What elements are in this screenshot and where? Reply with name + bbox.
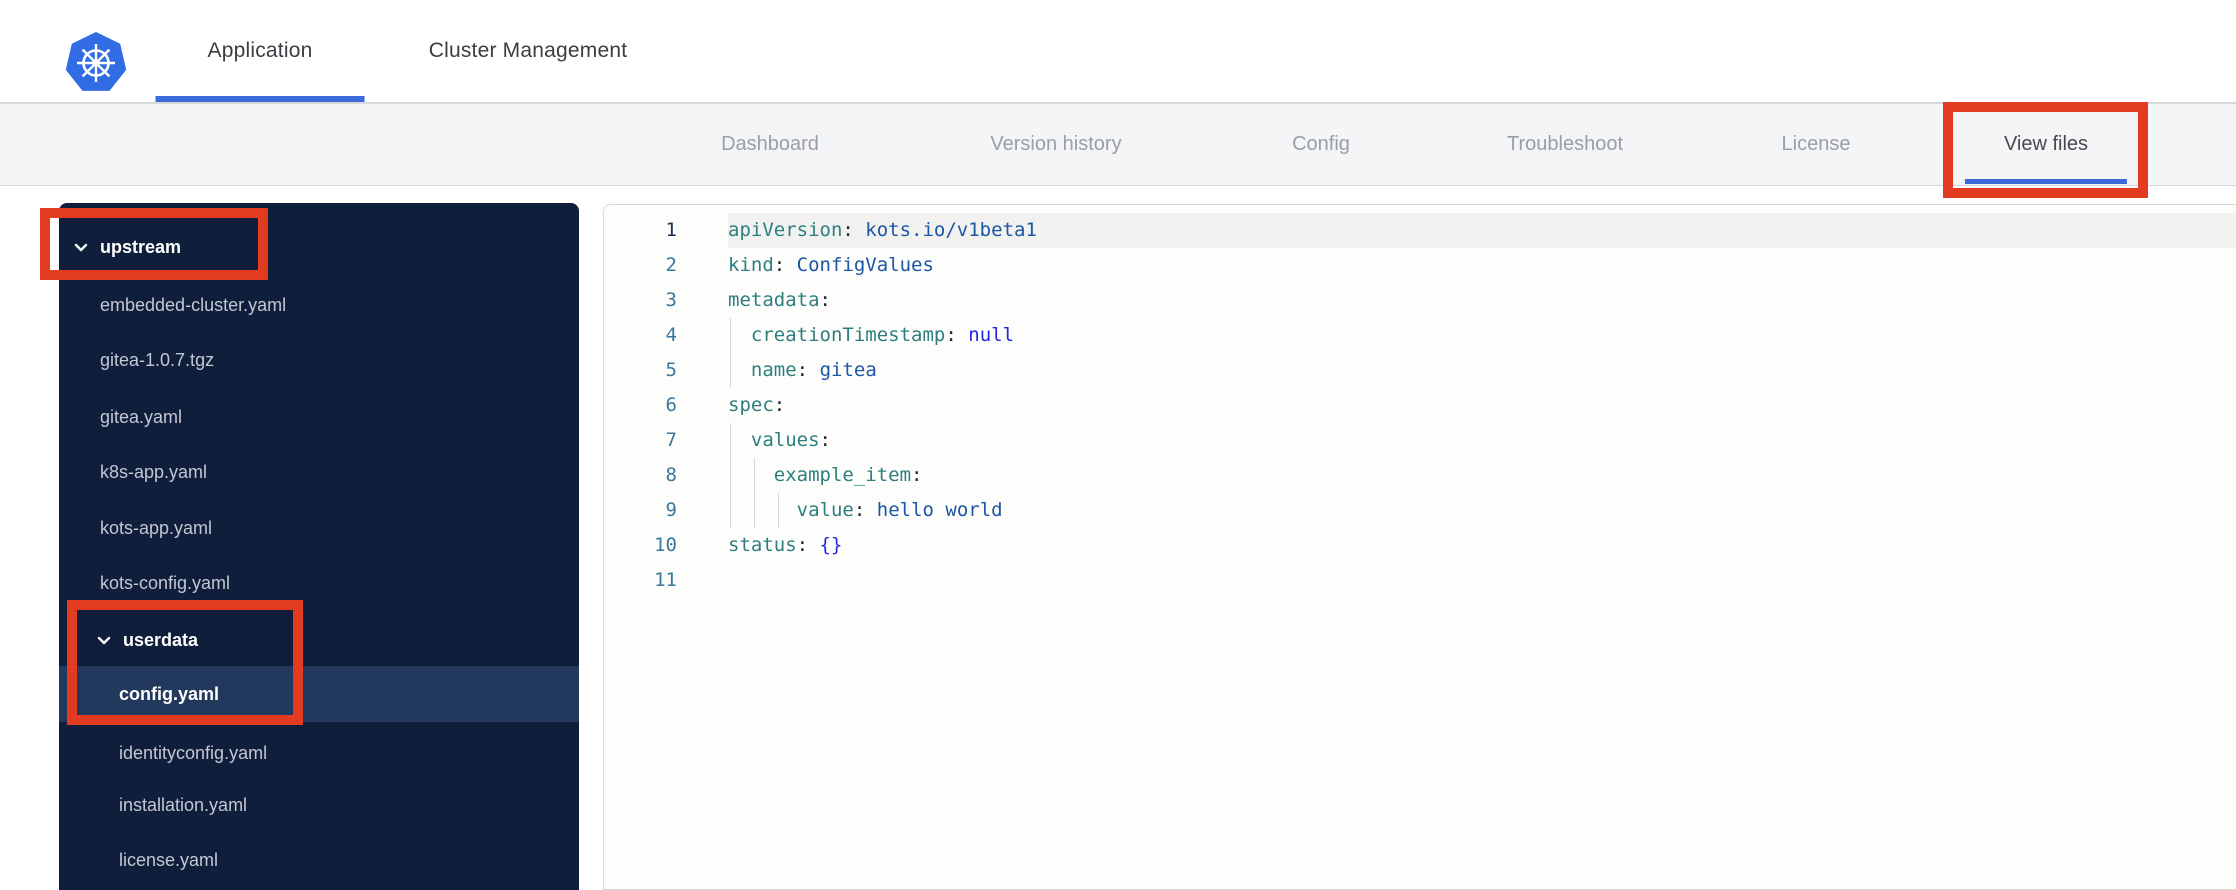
active-tab-underline [155,96,365,102]
tree-file-kots-config.yaml[interactable]: kots-config.yaml [59,555,579,611]
file-tree-sidebar: upstream embedded-cluster.yaml gitea-1.0.7… [59,203,579,890]
tree-item-label: upstream [100,236,182,257]
code-text: creationTimestamp: null [750,324,1015,346]
tree-item-label: gitea.yaml [100,406,183,427]
subnav-tab-label: Troubleshoot [1507,133,1623,155]
tree-item-label: gitea-1.0.7.tgz [100,349,215,370]
tree-item-label: kots-app.yaml [100,517,213,538]
tree-item-label: embedded-cluster.yaml [100,294,287,315]
subnav-tab-label: Dashboard [721,133,819,155]
tree-file-identityconfig.yaml[interactable]: identityconfig.yaml [59,725,579,781]
code-text: values: [750,429,831,451]
tree-item-label: identityconfig.yaml [119,742,268,763]
kots-admin-console: { "colors": { "accent_blue": "#3c6bd9", … [0,0,2236,890]
code-line-2: 2 kind: ConfigValues [604,248,2236,283]
header-tab-application[interactable]: Application [155,0,365,102]
code-line-6: 6 spec: [604,388,2236,423]
tree-item-label: userdata [123,629,199,650]
line-number: 6 [665,394,677,416]
line-number: 7 [665,429,677,451]
code-text: name: gitea [750,359,877,381]
code-line-8: 8 example_item: [604,458,2236,493]
tree-item-label: license.yaml [119,849,219,870]
line-number: 3 [665,289,677,311]
line-number: 10 [654,534,677,556]
chevron-down-icon [95,631,113,649]
tree-item-label: config.yaml [119,683,220,704]
chevron-down-icon [72,238,90,256]
tree-file-k8s-app.yaml[interactable]: k8s-app.yaml [59,444,579,500]
tree-file-kots-app.yaml[interactable]: kots-app.yaml [59,500,579,556]
line-number: 4 [665,324,677,346]
subnav-tab-troubleshoot[interactable]: Troubleshoot [1507,104,1623,185]
code-text: spec: [728,394,786,416]
tree-folder-upstream[interactable]: upstream [59,219,579,275]
line-number: 5 [665,359,677,381]
code-text: example_item: [773,464,923,486]
subnav-tab-view-files[interactable]: View files [1965,104,2127,185]
line-number: 2 [665,254,677,276]
subnav-tab-label: Version history [990,133,1122,155]
tree-item-label: installation.yaml [119,794,248,815]
code-line-1: 1 apiVersion: kots.io/v1beta1 [604,213,2236,248]
line-number: 9 [665,499,677,521]
subnav-tab-license[interactable]: License [1782,104,1851,185]
line-number: 8 [665,464,677,486]
tree-file-embedded-cluster.yaml[interactable]: embedded-cluster.yaml [59,277,579,333]
code-text: kind: ConfigValues [728,254,934,276]
subnav-tab-label: License [1781,133,1851,155]
code-line-11: 11 [604,563,2236,598]
subnav-tab-version-history[interactable]: Version history [990,104,1121,185]
subnav-tab-config[interactable]: Config [1292,104,1350,185]
code-text: metadata: [728,289,831,311]
header-tab-label: Application [207,39,313,62]
tree-file-installation.yaml[interactable]: installation.yaml [59,777,579,833]
code-line-4: 4 creationTimestamp: null [604,318,2236,353]
tree-file-config.yaml[interactable]: config.yaml [59,666,579,722]
tree-file-license.yaml[interactable]: license.yaml [59,832,579,888]
code-text: value: hello world [796,499,1003,521]
tree-item-label: kots-config.yaml [100,572,231,593]
code-line-9: 9 value: hello world [604,493,2236,528]
subnav-tab-label: View files [2003,133,2089,155]
subnav-tab-label: Config [1292,133,1350,155]
tree-file-gitea-1.0.7.tgz[interactable]: gitea-1.0.7.tgz [59,332,579,388]
tree-item-label: k8s-app.yaml [100,461,208,482]
tree-file-gitea.yaml[interactable]: gitea.yaml [59,389,579,445]
code-text: status: {} [728,534,843,556]
code-line-10: 10 status: {} [604,528,2236,563]
yaml-editor[interactable]: 1 apiVersion: kots.io/v1beta1 2 kind: Confi… [603,204,2236,890]
line-number: 1 [665,219,677,241]
code-text: apiVersion: kots.io/v1beta1 [728,219,1037,241]
code-line-7: 7 values: [604,423,2236,458]
kubernetes-logo-icon[interactable] [65,32,127,94]
code-line-5: 5 name: gitea [604,353,2236,388]
code-line-3: 3 metadata: [604,283,2236,318]
header-tab-label: Cluster Management [428,39,628,62]
header-bar: Application Cluster Management [0,0,2236,103]
header-tab-cluster-management[interactable]: Cluster Management [429,0,628,102]
subnav-tab-dashboard[interactable]: Dashboard [721,104,819,185]
app-subnav: Dashboard Version history Config Troublesho… [0,103,2236,186]
line-number: 11 [654,569,677,591]
tree-folder-userdata[interactable]: userdata [59,612,579,668]
active-tab-underline [1965,179,2127,184]
